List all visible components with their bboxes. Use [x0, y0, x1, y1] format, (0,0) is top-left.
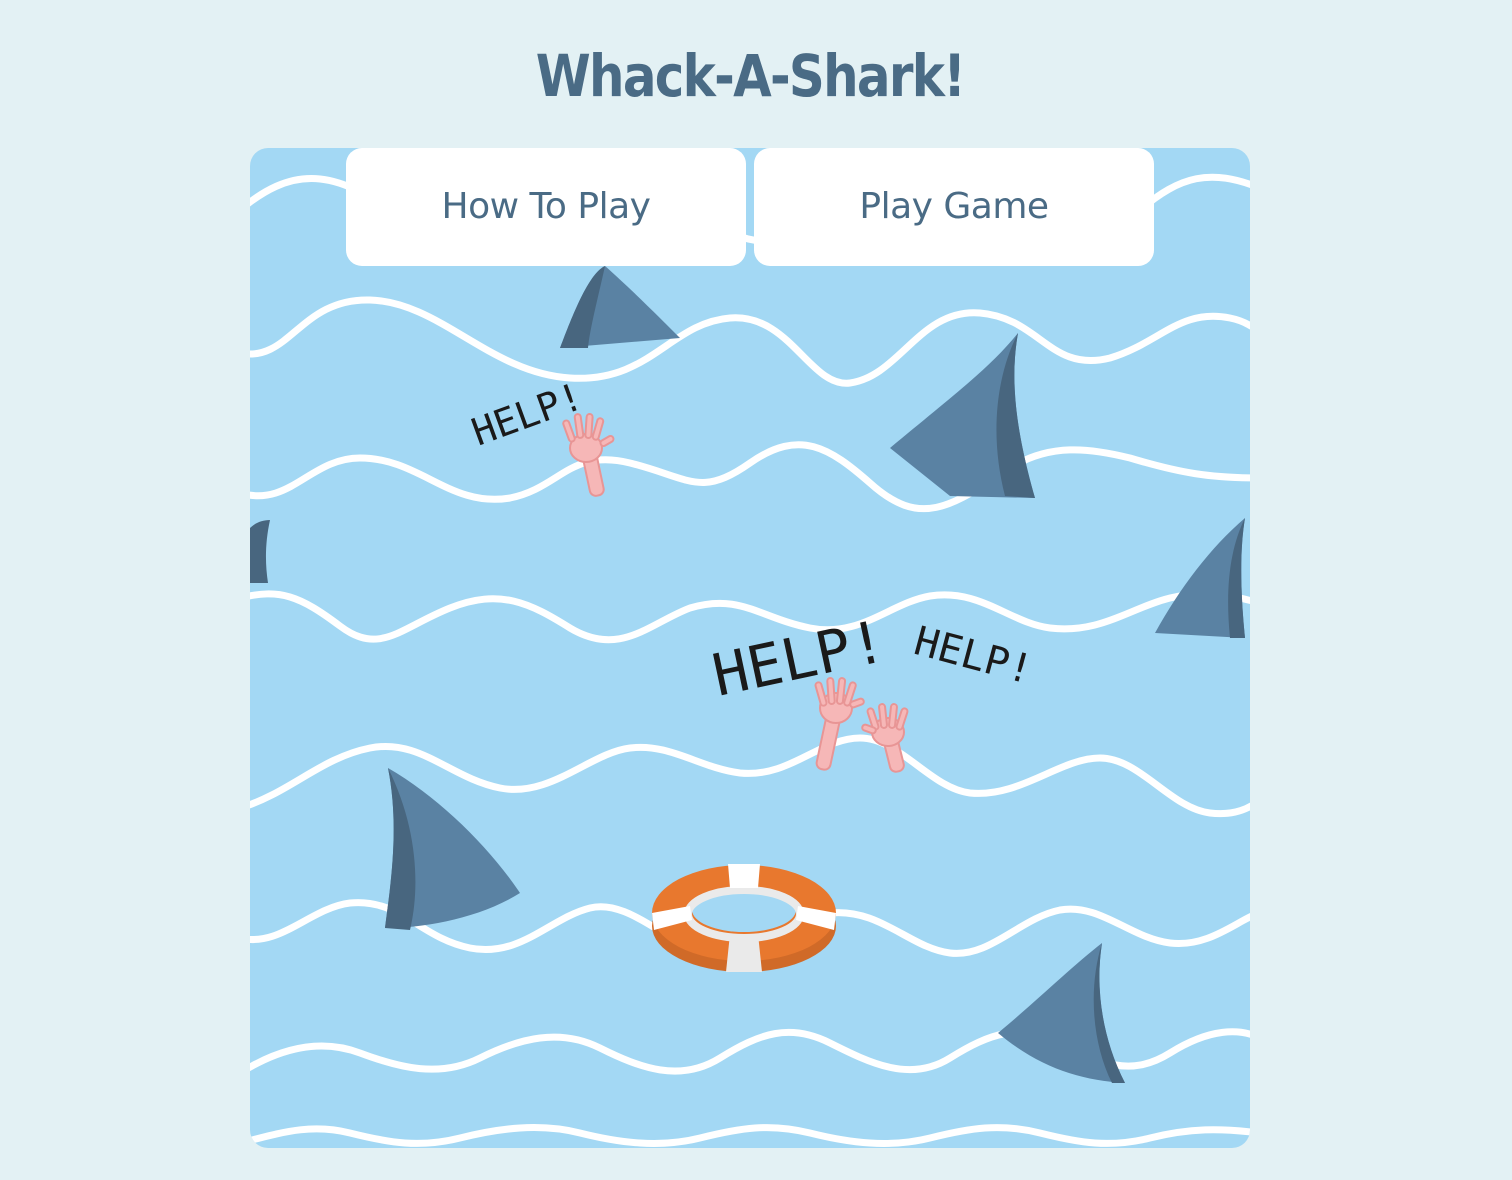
game-title: Whack-A-Shark! [535, 42, 966, 110]
how-to-play-button[interactable]: How To Play [346, 148, 746, 266]
lifebuoy [652, 864, 836, 972]
waving-hand-2 [814, 677, 865, 771]
shark-fin-2 [890, 333, 1035, 498]
play-game-button[interactable]: Play Game [754, 148, 1154, 266]
waving-hand-1 [562, 413, 615, 497]
shark-fin-1 [560, 266, 680, 348]
shark-fin-4 [1155, 518, 1245, 638]
help-text-3: HELP! [909, 618, 1037, 694]
shark-fin-3 [250, 520, 270, 583]
shark-fin-6 [998, 943, 1125, 1083]
game-board[interactable]: HELP! HELP! HELP! [250, 148, 1250, 1148]
shark-fin-5 [385, 768, 520, 930]
ocean-background: HELP! HELP! HELP! [250, 173, 1250, 1147]
